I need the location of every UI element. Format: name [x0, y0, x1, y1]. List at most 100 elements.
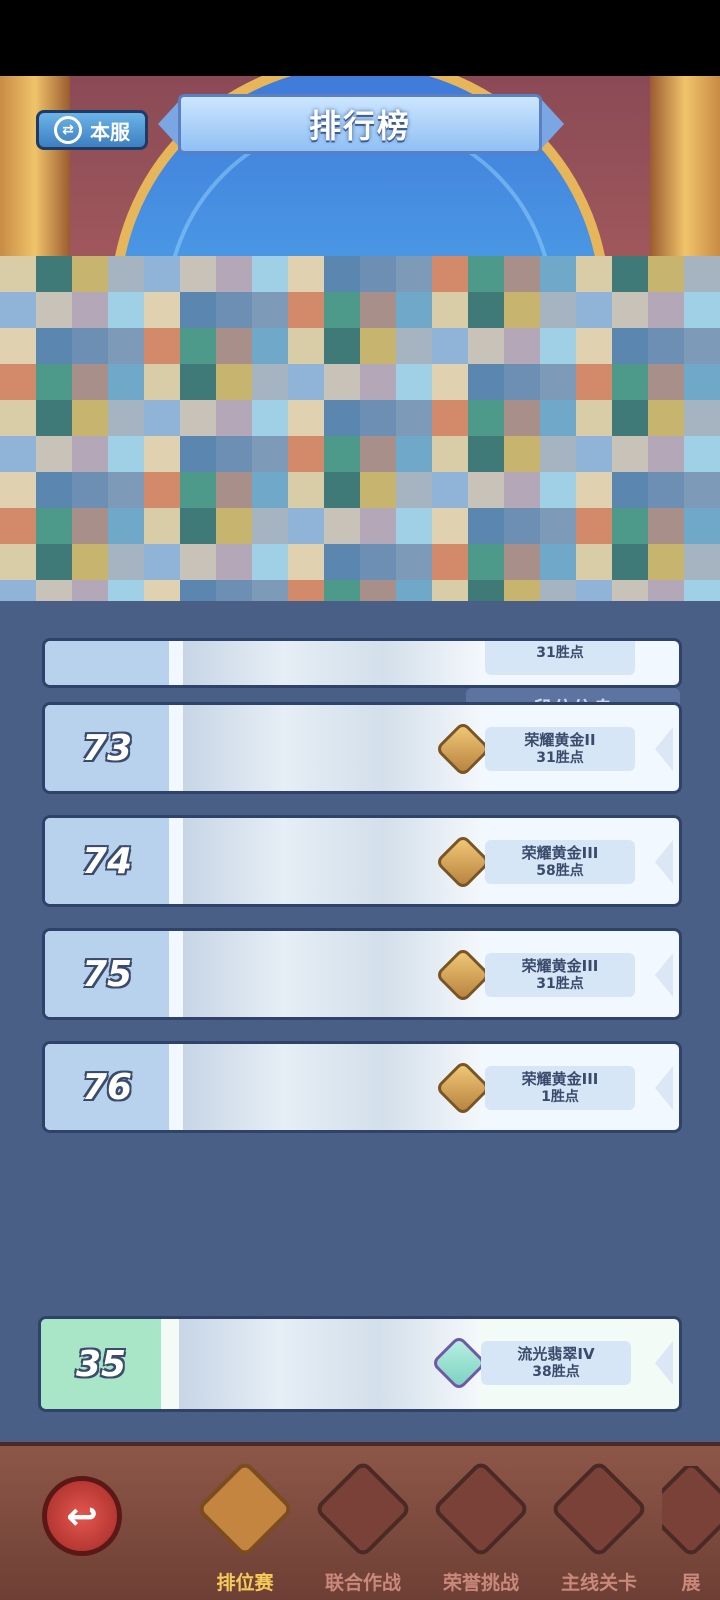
pixel-block [468, 472, 504, 508]
pixel-block [432, 508, 468, 544]
pixel-block [360, 544, 396, 580]
nav-item-more[interactable]: 展 [662, 1466, 720, 1596]
pixel-block [504, 364, 540, 400]
pixel-block [432, 328, 468, 364]
pixel-block [144, 508, 180, 544]
pixel-block [432, 436, 468, 472]
pixel-block [504, 292, 540, 328]
rank-points: 38胜点 [532, 1364, 580, 1380]
pixel-block [360, 472, 396, 508]
pixel-block [180, 256, 216, 292]
leaderboard-row[interactable]: 74 荣耀黄金III 58胜点 [42, 815, 682, 907]
pixel-block [540, 544, 576, 580]
pixel-block [648, 292, 684, 328]
pixel-block [612, 544, 648, 580]
back-button[interactable]: ↩ [42, 1476, 122, 1556]
pixel-block [36, 292, 72, 328]
rank-badge: 流光翡翠IV 38胜点 [481, 1341, 631, 1385]
nav-label: 展 [681, 1572, 701, 1594]
pixel-block [72, 292, 108, 328]
co-op-icon [313, 1459, 413, 1559]
pixel-block [180, 544, 216, 580]
pixel-block [288, 400, 324, 436]
nav-item-co-op[interactable]: 联合作战 [308, 1459, 418, 1596]
pixel-block [72, 508, 108, 544]
pixel-block [540, 256, 576, 292]
pixel-block [540, 364, 576, 400]
rank-points: 58胜点 [536, 863, 584, 879]
pixel-block [648, 364, 684, 400]
leaderboard-row-partial[interactable]: 31胜点 [42, 638, 682, 688]
pixel-block [684, 400, 720, 436]
rank-tier: 荣耀黄金III [521, 844, 599, 862]
pixel-block [72, 328, 108, 364]
pixel-block [36, 436, 72, 472]
pixel-block [504, 328, 540, 364]
pixel-block [252, 472, 288, 508]
pixel-block [0, 364, 36, 400]
pixel-block [360, 508, 396, 544]
nav-item-main-stage[interactable]: 主线关卡 [544, 1459, 654, 1596]
nav-item-honor-challenge[interactable]: 荣誉挑战 [426, 1459, 536, 1596]
leaderboard-row[interactable]: 76 荣耀黄金III 1胜点 [42, 1041, 682, 1133]
leaderboard-row[interactable]: 73 荣耀黄金II 31胜点 [42, 702, 682, 794]
more-icon [662, 1466, 720, 1559]
ranked-icon [195, 1459, 295, 1559]
nav-label: 荣誉挑战 [442, 1572, 519, 1594]
pixel-block [0, 508, 36, 544]
chevron-icon [655, 1066, 673, 1110]
pixel-block [648, 256, 684, 292]
nav-label: 主线关卡 [560, 1572, 637, 1594]
pixel-block [504, 256, 540, 292]
pixel-block [360, 292, 396, 328]
pixel-block [108, 256, 144, 292]
pixel-block [216, 292, 252, 328]
rank-points: 31胜点 [536, 645, 584, 661]
page-title-text: 排行榜 [308, 107, 411, 145]
pixel-block [612, 364, 648, 400]
pixel-block [144, 364, 180, 400]
pixel-block [396, 472, 432, 508]
pixel-block [0, 436, 36, 472]
pixel-block [324, 400, 360, 436]
pixel-block [72, 472, 108, 508]
pixel-block [180, 472, 216, 508]
pixel-block [252, 364, 288, 400]
server-toggle-button[interactable]: ⇄ 本服 [36, 110, 148, 150]
pixel-block [324, 364, 360, 400]
pixel-block [612, 472, 648, 508]
pixel-block [396, 256, 432, 292]
pixel-block [576, 436, 612, 472]
my-rank-row[interactable]: 35 流光翡翠IV 38胜点 [38, 1316, 682, 1412]
pixel-block [396, 508, 432, 544]
pixel-block [612, 292, 648, 328]
pixel-block [324, 292, 360, 328]
pixel-block [648, 544, 684, 580]
rank-badge: 荣耀黄金III 58胜点 [485, 840, 635, 884]
pixel-block [216, 436, 252, 472]
pixel-block [684, 436, 720, 472]
pixel-block [540, 328, 576, 364]
pixel-block [504, 400, 540, 436]
pixel-block [360, 436, 396, 472]
pixel-block [288, 364, 324, 400]
pixel-block [36, 256, 72, 292]
pixel-block [36, 328, 72, 364]
pixel-block [288, 544, 324, 580]
nav-item-ranked[interactable]: 排位赛 [190, 1459, 300, 1596]
rank-points: 31胜点 [536, 750, 584, 766]
pixel-block [684, 328, 720, 364]
pixel-block [576, 544, 612, 580]
pixel-block [0, 256, 36, 292]
pixel-block [72, 436, 108, 472]
swap-icon: ⇄ [54, 116, 82, 144]
pixelated-player-info [183, 641, 483, 685]
pixel-block [144, 544, 180, 580]
pixel-block [36, 364, 72, 400]
pixel-block [396, 544, 432, 580]
back-arrow-icon: ↩ [66, 1494, 98, 1538]
leaderboard-row[interactable]: 75 荣耀黄金III 31胜点 [42, 928, 682, 1020]
pixel-block [144, 328, 180, 364]
pixel-block [216, 508, 252, 544]
rank-badge: 荣耀黄金III 31胜点 [485, 953, 635, 997]
